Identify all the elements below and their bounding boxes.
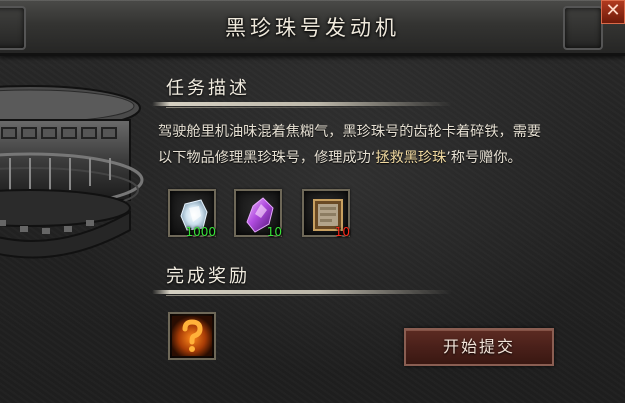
engine-machine-illustration	[0, 85, 144, 259]
mystery-question-icon	[172, 316, 212, 356]
material-quantity: 1000	[185, 225, 216, 239]
material-slot-purple-gem[interactable]: 10	[234, 189, 282, 239]
task-description-header: 任务描述	[152, 74, 452, 114]
material-quantity: 10	[266, 225, 282, 239]
task-description-title: 任务描述	[166, 78, 250, 99]
dialog-title: 黑珍珠号发动机	[225, 16, 400, 40]
header-divider	[152, 102, 452, 108]
task-description-line-2-end: ’称号赠你。	[446, 150, 522, 166]
close-button[interactable]: ✕	[601, 0, 625, 24]
engine-dialog: 黑珍珠号发动机 ✕ 任务描述 驾驶舱里机油味混着焦糊气，黑珍珠号的齿轮卡着碎铁，…	[0, 0, 625, 403]
title-bar: 黑珍珠号发动机	[0, 0, 625, 56]
title-name-highlight: 拯救黑珍珠	[375, 150, 447, 166]
task-description-line-1: 驾驶舱里机油味混着焦糊气，黑珍珠号的齿轮卡着碎铁，需要	[158, 124, 542, 140]
completion-reward-header: 完成奖励	[152, 262, 452, 302]
header-divider	[152, 290, 452, 296]
reward-slot[interactable]	[168, 312, 216, 360]
material-slot-crystal[interactable]: 1000	[168, 189, 216, 239]
material-slot-scroll[interactable]: 10	[302, 189, 350, 239]
task-description-line-2: 以下物品修理黑珍珠号，修理成功‘拯救黑珍珠’称号赠你。	[158, 145, 618, 171]
material-quantity: 10	[334, 225, 350, 239]
completion-reward-title: 完成奖励	[166, 266, 250, 287]
task-description-text: 驾驶舱里机油味混着焦糊气，黑珍珠号的齿轮卡着碎铁，需要 以下物品修理黑珍珠号，修…	[158, 119, 618, 171]
start-submit-button[interactable]: 开始提交	[404, 328, 554, 366]
task-description-line-2-start: 以下物品修理黑珍珠号，修理成功‘	[158, 150, 376, 166]
